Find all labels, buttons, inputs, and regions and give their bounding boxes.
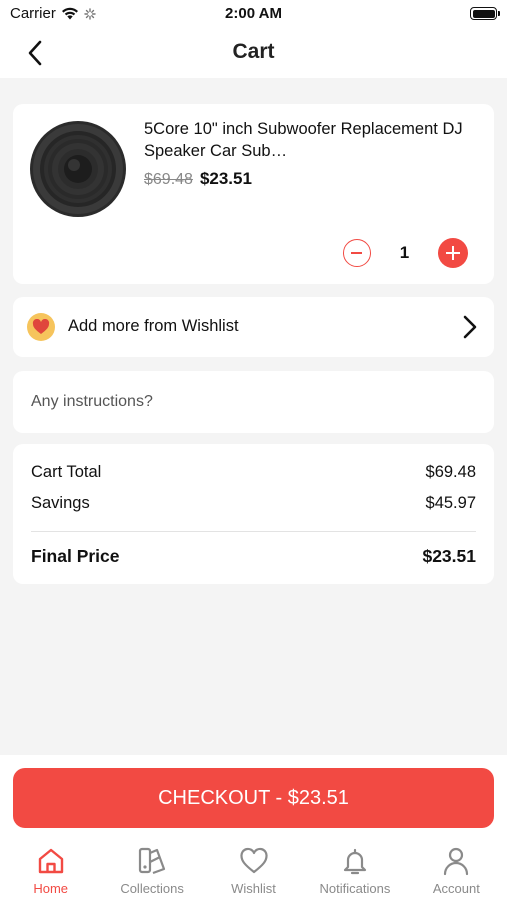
user-icon [444, 847, 469, 876]
tab-bar: Home Collections Wishlist Notifications … [0, 840, 507, 900]
tab-collections[interactable]: Collections [101, 840, 202, 900]
home-icon [38, 848, 63, 874]
tab-wishlist[interactable]: Wishlist [203, 840, 304, 900]
cart-total-label: Cart Total [31, 463, 102, 481]
price-row: $69.48 $23.51 [144, 169, 252, 189]
final-price-row: Final Price $23.51 [31, 546, 476, 567]
nav-bar: Cart [0, 28, 507, 78]
sale-price: $23.51 [199, 169, 252, 188]
add-from-wishlist-row[interactable]: Add more from Wishlist [13, 297, 494, 357]
divider [31, 531, 476, 532]
bell-icon [343, 848, 367, 875]
tab-home[interactable]: Home [0, 840, 101, 900]
checkout-button[interactable]: CHECKOUT - $23.51 [13, 768, 494, 828]
tab-notifications[interactable]: Notifications [304, 840, 405, 900]
increase-quantity-button[interactable] [438, 238, 468, 268]
tab-label: Collections [120, 881, 184, 896]
instructions-card [13, 371, 494, 433]
status-bar: Carrier 2:00 AM [0, 0, 507, 28]
wishlist-label: Add more from Wishlist [68, 317, 239, 335]
original-price: $69.48 [144, 171, 193, 188]
instructions-input[interactable] [31, 371, 476, 433]
heart-icon [239, 847, 268, 874]
tab-label: Notifications [319, 881, 391, 896]
tab-label: Home [33, 881, 69, 896]
savings-label: Savings [31, 494, 90, 512]
cart-item-card: 5Core 10" inch Subwoofer Replacement DJ … [13, 104, 494, 284]
cart-total-value: $69.48 [425, 463, 476, 481]
savings-row: Savings $45.97 [31, 494, 476, 513]
tab-label: Account [432, 881, 480, 896]
page-title: Cart [232, 40, 275, 63]
quantity-stepper: 1 [343, 238, 468, 268]
price-summary-card: Cart Total $69.48 Savings $45.97 Final P… [13, 444, 494, 584]
product-name[interactable]: 5Core 10" inch Subwoofer Replacement DJ … [144, 118, 474, 162]
collections-icon [139, 847, 166, 875]
quantity-value: 1 [399, 243, 410, 262]
final-price-value: $23.51 [422, 546, 476, 566]
status-time: 2:00 AM [225, 5, 282, 22]
battery-icon [470, 7, 500, 20]
product-image[interactable] [29, 120, 127, 218]
tab-account[interactable]: Account [406, 840, 507, 900]
cart-total-row: Cart Total $69.48 [31, 463, 476, 482]
decrease-quantity-button[interactable] [343, 239, 371, 267]
final-price-label: Final Price [31, 546, 120, 566]
savings-value: $45.97 [425, 494, 476, 512]
tab-label: Wishlist [231, 881, 276, 896]
chevron-right-icon [463, 315, 477, 339]
heart-icon [27, 313, 55, 341]
